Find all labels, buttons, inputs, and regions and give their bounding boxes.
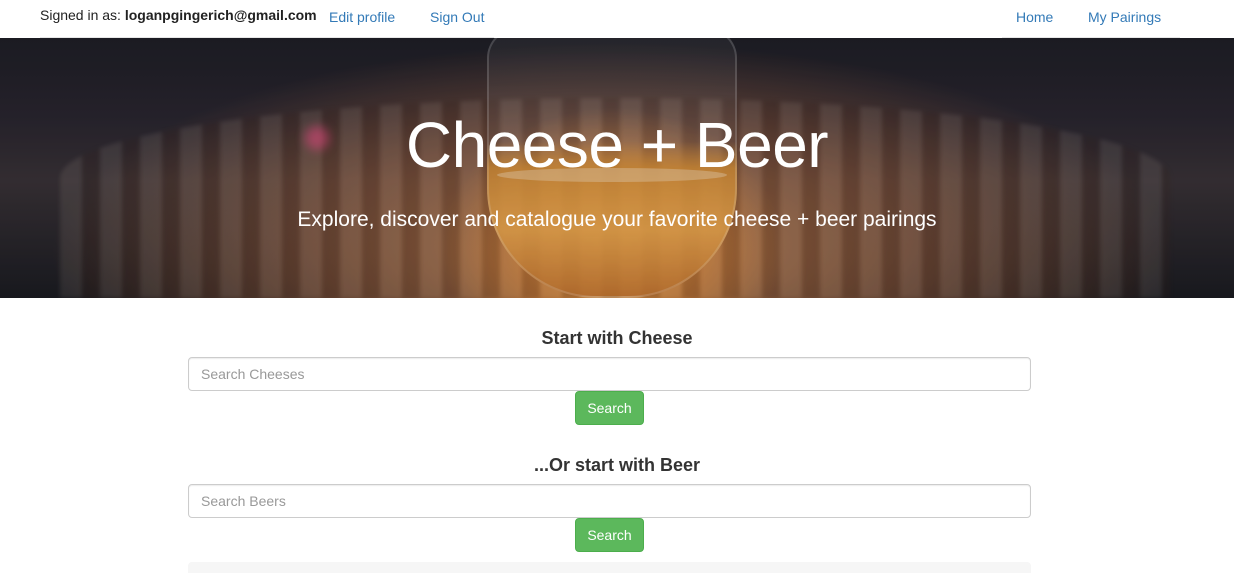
my-pairings-link[interactable]: My Pairings: [1088, 9, 1161, 25]
home-link[interactable]: Home: [1016, 9, 1053, 25]
user-email: loganpgingerich@gmail.com: [124, 7, 317, 23]
top-navbar: Signed in as: loganpgingerich@gmail.com …: [0, 0, 1234, 38]
cheese-search-input[interactable]: [188, 357, 1031, 391]
beer-search-heading: ...Or start with Beer: [533, 455, 701, 475]
signed-in-status: Signed in as: loganpgingerich@gmail.com: [40, 7, 317, 23]
edit-profile-link[interactable]: Edit profile: [329, 9, 395, 25]
cheese-search-heading: Start with Cheese: [541, 328, 693, 348]
beer-search-button[interactable]: Search: [575, 518, 644, 552]
signed-in-label: Signed in as:: [40, 7, 125, 23]
results-panel-edge: [188, 562, 1031, 573]
hero-banner: Cheese + Beer Explore, discover and cata…: [0, 38, 1234, 298]
cheese-search-button[interactable]: Search: [575, 391, 644, 425]
beer-search-input[interactable]: [188, 484, 1031, 518]
hero-title: Cheese + Beer: [405, 109, 829, 181]
sign-out-link[interactable]: Sign Out: [430, 9, 484, 25]
hero-subtitle: Explore, discover and catalogue your fav…: [297, 208, 937, 231]
